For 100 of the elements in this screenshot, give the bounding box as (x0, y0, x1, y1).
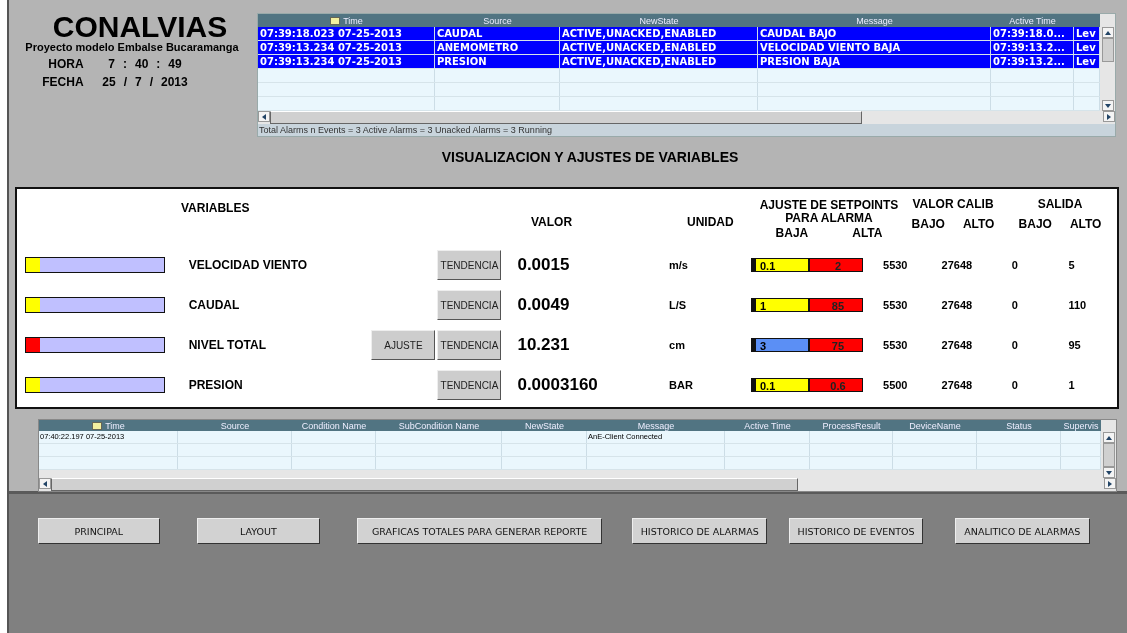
nav-button[interactable]: PRINCIPAL (38, 518, 160, 544)
output-high-value: 1 (1068, 379, 1075, 391)
sort-icon[interactable] (92, 421, 103, 430)
column-header[interactable]: DeviceName (909, 420, 961, 431)
high-setpoint-field[interactable]: 75 (808, 338, 863, 352)
column-header[interactable]: Status (1006, 420, 1032, 431)
unit-text: L/S (669, 299, 687, 311)
table-cell: 07:39:13.234 07-25-2013 (260, 42, 402, 53)
time-value: 40 (135, 57, 149, 71)
column-header[interactable]: Source (220, 420, 250, 431)
column-header[interactable]: Source (483, 15, 512, 26)
nav-button[interactable]: HISTORICO DE EVENTOS (789, 518, 923, 544)
output-low-value: 0 (1011, 259, 1018, 271)
app-title: CONALVIAS (52, 13, 228, 41)
column-header: ALTO (962, 217, 995, 231)
variable-value: 0.0049 (517, 295, 570, 314)
calibration-low-value: 5530 (883, 299, 908, 311)
date-value: / (123, 75, 127, 89)
column-header[interactable]: SubCondition Name (398, 420, 480, 431)
output-low-value: 0 (1011, 339, 1018, 351)
sort-icon[interactable] (330, 16, 341, 25)
low-setpoint-field[interactable]: 1 (754, 298, 809, 312)
column-header: UNIDAD (687, 215, 734, 229)
column-header: AJUSTE DE SETPOINTS (759, 198, 899, 212)
nav-button[interactable]: GRAFICAS TOTALES PARA GENERAR REPORTE (357, 518, 603, 544)
alarm-row[interactable]: 07:39:18.023 07-25-2013 CAUDAL ACTIVE,UNACKED,ENABLED CAUDAL BAJO 07:39:18.0... Lev (258, 27, 1100, 41)
low-setpoint-field[interactable]: 3 (754, 338, 809, 352)
table-cell: ACTIVE,UNACKED,ENABLED (562, 56, 717, 67)
low-setpoint-field[interactable]: 0.1 (754, 258, 809, 272)
output-high-value: 5 (1068, 259, 1075, 271)
column-header[interactable]: Message (856, 15, 893, 26)
table-cell: ANEMOMETRO (437, 42, 519, 53)
calibration-high-value: 27648 (941, 379, 973, 391)
table-cell: VELOCIDAD VIENTO BAJA (760, 42, 901, 53)
time-value: : (156, 57, 161, 71)
time-value: : (123, 57, 127, 71)
table-cell: CAUDAL (437, 28, 483, 39)
unit-text: m/s (669, 259, 688, 271)
trend-button[interactable]: TENDENCIA (437, 330, 502, 360)
table-cell: 07:39:18.0... (993, 28, 1065, 39)
project-subtitle: Proyecto modelo Embalse Bucaramanga (25, 41, 239, 53)
column-header[interactable]: Message (637, 420, 675, 431)
variable-name: NIVEL TOTAL (188, 338, 266, 352)
alarm-row[interactable]: 07:39:13.234 07-25-2013 ANEMOMETRO ACTIVE,UNACKED,ENABLED VELOCIDAD VIENTO BAJA 07:39:13.2... Lev (258, 41, 1100, 55)
output-low-value: 0 (1011, 299, 1018, 311)
alarm-row[interactable]: 07:39:13.234 07-25-2013 PRESION ACTIVE,UNACKED,ENABLED PRESION BAJA 07:39:13.2... Lev (258, 55, 1100, 69)
column-header: ALTA (852, 226, 883, 240)
unit-text: BAR (669, 379, 693, 391)
unit-text: cm (669, 339, 685, 351)
trend-button[interactable]: TENDENCIA (437, 370, 502, 400)
calibration-low-value: 5530 (883, 339, 908, 351)
column-header[interactable]: NewState (639, 15, 679, 26)
variable-name: PRESION (188, 378, 243, 392)
column-header: ALTO (1069, 217, 1102, 231)
calibration-high-value: 27648 (941, 339, 973, 351)
column-header[interactable]: Active Time (1009, 15, 1056, 26)
vertical-scrollbar[interactable] (1100, 14, 1115, 111)
column-header: BAJO (1018, 217, 1052, 231)
column-header[interactable]: Time (105, 420, 125, 431)
trend-button[interactable]: TENDENCIA (437, 290, 502, 320)
high-setpoint-field[interactable]: 0.6 (808, 378, 863, 392)
table-cell: PRESION BAJA (760, 56, 840, 67)
table-cell: ACTIVE,UNACKED,ENABLED (562, 28, 717, 39)
column-header[interactable]: Condition Name (301, 420, 367, 431)
horizontal-scrollbar[interactable] (39, 478, 1116, 491)
horizontal-scrollbar[interactable] (258, 111, 1115, 124)
variable-value: 10.231 (517, 335, 570, 354)
adjust-button[interactable]: AJUSTE (371, 330, 436, 360)
column-header: PARA ALARMA (785, 211, 873, 225)
variable-name: VELOCIDAD VIENTO (188, 258, 308, 272)
nav-button[interactable]: HISTORICO DE ALARMAS (632, 518, 768, 544)
column-header: VALOR CALIB (912, 197, 994, 211)
trend-button[interactable]: TENDENCIA (437, 250, 502, 280)
column-header: SALIDA (1037, 197, 1083, 211)
nav-button[interactable]: ANALITICO DE ALARMAS (954, 518, 1090, 544)
calibration-high-value: 27648 (941, 299, 973, 311)
section-title: VISUALIZACION Y AJUSTES DE VARIABLES (440, 149, 740, 165)
table-cell: CAUDAL BAJO (760, 28, 837, 39)
table-cell: Lev (1076, 42, 1096, 53)
column-header[interactable]: ProcessResult (822, 420, 881, 431)
column-header[interactable]: Active Time (744, 420, 791, 431)
alarm-status-text: Total Alarms n Events = 3 Active Alarms = 3 Unacked Alarms = 3 Running (258, 124, 553, 136)
calibration-low-value: 5500 (883, 379, 908, 391)
high-setpoint-field[interactable]: 85 (808, 298, 863, 312)
column-header[interactable]: Supervis (1063, 420, 1099, 431)
high-setpoint-field[interactable]: 2 (808, 258, 863, 272)
table-cell: 07:39:13.2... (993, 42, 1065, 53)
low-setpoint-field[interactable]: 0.1 (754, 378, 809, 392)
nav-button[interactable]: LAYOUT (196, 518, 321, 544)
time-label: HORA (48, 57, 85, 71)
calibration-high-value: 27648 (941, 259, 973, 271)
table-cell: ACTIVE,UNACKED,ENABLED (562, 42, 717, 53)
table-cell: 07:39:18.023 07-25-2013 (260, 28, 402, 39)
variable-value: 0.0003160 (517, 375, 598, 394)
column-header[interactable]: NewState (525, 420, 564, 431)
table-cell: 07:39:13.2... (993, 56, 1065, 67)
column-header: BAJA (775, 226, 809, 240)
date-label: FECHA (42, 75, 85, 89)
column-header[interactable]: Time (343, 15, 363, 26)
output-high-value: 95 (1068, 339, 1081, 351)
